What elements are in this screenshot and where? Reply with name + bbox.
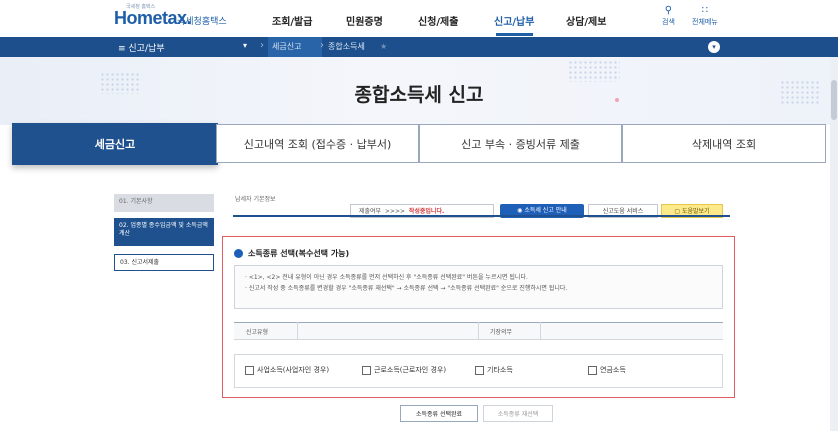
- checkbox[interactable]: [362, 365, 371, 375]
- checkbox-label: 연금소득: [600, 366, 626, 374]
- gnb-active-indicator: [496, 33, 533, 36]
- grid-icon: ∷: [701, 5, 709, 16]
- chevron-right-icon: ›: [320, 40, 324, 51]
- checkbox-label: 사업소득(사업자인 경우): [257, 366, 330, 374]
- search-icon: ⚲: [664, 5, 673, 16]
- chevron-down-circle-icon[interactable]: ▾: [708, 41, 720, 53]
- table-divider: [478, 322, 479, 340]
- step-income-calc[interactable]: 02. 업종별 종수입금액 및 소득금액계산: [114, 218, 214, 246]
- breadcrumb-income-tax[interactable]: 종합소득세: [328, 41, 365, 52]
- tab-tax-filing[interactable]: 세금신고: [12, 123, 218, 165]
- gnb-item-inquiry[interactable]: 조회/발급: [272, 13, 312, 28]
- search-button[interactable]: ⚲ 검색: [662, 5, 675, 27]
- strip-divider: [233, 215, 730, 217]
- logo-subtitle: 국세청홈택스: [177, 17, 227, 27]
- checkbox[interactable]: [245, 365, 254, 375]
- bullet-circle-icon: [234, 249, 243, 258]
- checkbox-other-income[interactable]: 기타소득: [475, 365, 513, 375]
- chevron-down-icon[interactable]: ▾: [243, 41, 247, 50]
- tab-attachments[interactable]: 신고 부속 · 증빙서류 제출: [419, 124, 622, 163]
- location-menu[interactable]: ≡ 신고/납부: [118, 41, 165, 54]
- gnb-item-consult[interactable]: 상담/제보: [566, 13, 606, 28]
- checkbox[interactable]: [475, 365, 484, 375]
- help-label: 도움말보기: [681, 208, 710, 215]
- income-type-complete-button[interactable]: 소득종류 선택완료: [400, 405, 478, 422]
- checkbox-pension-income[interactable]: 연금소득: [588, 365, 626, 375]
- status-value: 작성중입니다.: [408, 208, 445, 215]
- all-menu-label: 전체메뉴: [692, 18, 718, 26]
- gnb-item-certificate[interactable]: 민원증명: [346, 13, 383, 28]
- page-title: 종합소득세 신고: [354, 84, 484, 106]
- step-basic-info[interactable]: 01. 기본사항: [114, 194, 214, 212]
- help-book-icon: ▢: [674, 208, 681, 215]
- all-menu-button[interactable]: ∷ 전체메뉴: [692, 5, 718, 27]
- tab-deleted-history[interactable]: 삭제내역 조회: [622, 124, 826, 163]
- star-icon[interactable]: ★: [380, 42, 387, 51]
- col-bookkeeping-duty: 기장의무: [490, 329, 513, 336]
- filing-guide-label: 소득세 신고 안내: [524, 207, 567, 214]
- banner-dots-decoration: [568, 60, 620, 82]
- table-divider: [297, 322, 298, 340]
- breadcrumb-tax-filing[interactable]: 세금신고: [268, 37, 322, 57]
- notice-box: · <1>, <2> 전내 유형이 아닌 경우 소득종류를 먼저 선택하신 후 …: [234, 265, 723, 309]
- status-prefix: 제출여부: [359, 208, 382, 215]
- income-type-reselect-button[interactable]: 소득종류 재선택: [483, 405, 553, 422]
- taxpayer-info-label: 납세자 기본정보: [235, 196, 276, 203]
- col-filing-type: 신고유형: [246, 329, 269, 336]
- checkbox-label: 기타소득: [487, 366, 513, 374]
- chevron-right-icon: ›: [260, 40, 264, 51]
- tab-filing-history[interactable]: 신고내역 조회 (접수증 · 납부서): [216, 124, 419, 163]
- section-title: 소득종류 선택(복수선택 가능): [248, 249, 350, 258]
- checkbox-business-income[interactable]: 사업소득(사업자인 경우): [245, 365, 329, 375]
- checkbox[interactable]: [588, 365, 597, 375]
- info-icon: ◉: [517, 207, 523, 214]
- notice-line: · <1>, <2> 전내 유형이 아닌 경우 소득종류를 먼저 선택하신 후 …: [245, 274, 528, 281]
- search-label: 검색: [662, 18, 675, 26]
- scrollbar-thumb[interactable]: [831, 80, 837, 120]
- table-divider: [540, 322, 541, 340]
- checkbox-label: 근로소득(근로자인 경우): [374, 366, 447, 374]
- notice-line: · 신고서 작성 중 소득종류를 변경할 경우 "소득종류 재선택" → 소득종…: [245, 285, 568, 292]
- gnb-item-application[interactable]: 신청/제출: [418, 13, 458, 28]
- gnb-item-filing[interactable]: 신고/납부: [494, 13, 534, 28]
- step-submit[interactable]: 03. 신고서제출: [114, 254, 214, 271]
- checkbox-earned-income[interactable]: 근로소득(근로자인 경우): [362, 365, 446, 375]
